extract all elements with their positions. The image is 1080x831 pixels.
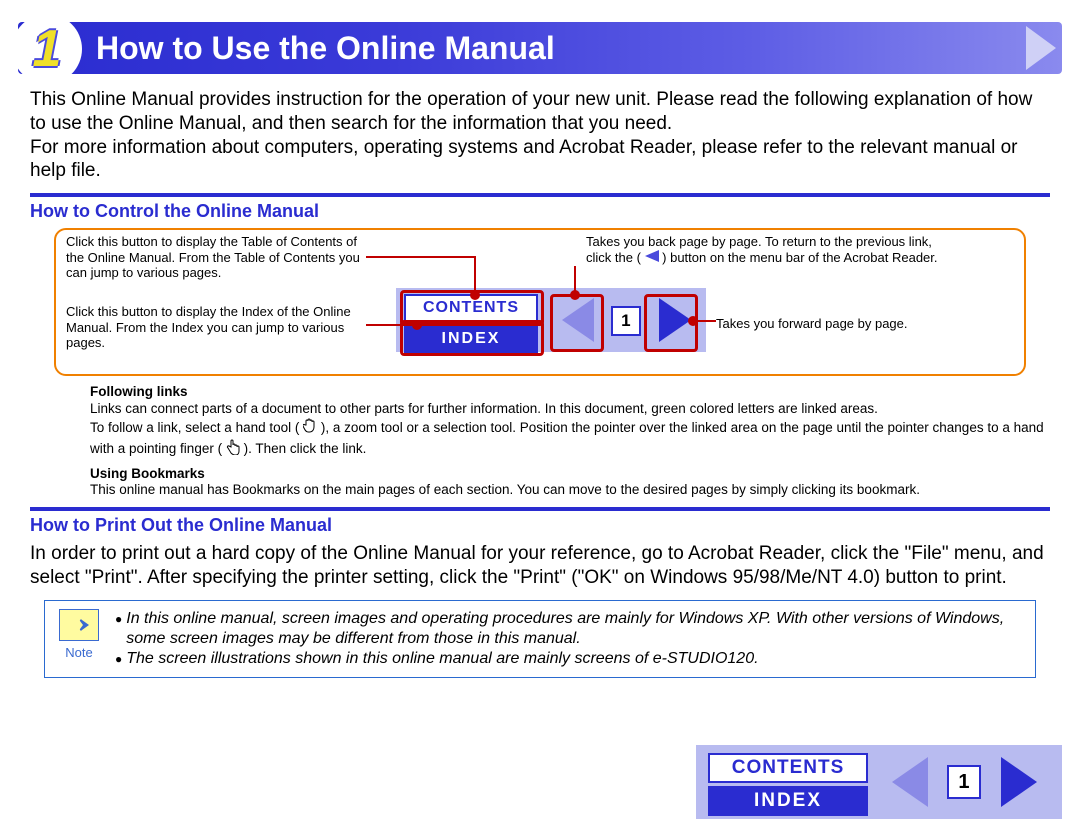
note-bullet-2: The screen illustrations shown in this o… [126,649,758,669]
callout-back-line2a: click the ( [586,250,641,265]
back-arrow-icon [645,250,659,266]
manual-page: 1 How to Use the Online Manual This Onli… [0,22,1080,831]
note-box: Note In this online manual, screen image… [44,600,1036,678]
intro-paragraph: This Online Manual provides instruction … [30,88,1050,183]
title-bar: 1 How to Use the Online Manual [18,22,1062,74]
callout-contents-text: Click this button to display the Table o… [66,234,366,281]
callout-back-text: Takes you back page by page. To return t… [586,234,996,266]
note-pointing-hand-icon [59,609,99,641]
hand-tool-icon [303,418,317,439]
page-title: How to Use the Online Manual [96,30,555,67]
callout-dot [470,290,480,300]
note-text: In this online manual, screen images and… [115,609,1023,669]
footer-contents-label: CONTENTS [732,757,845,779]
chapter-number-circle: 1 [14,16,80,82]
using-bookmarks-heading: Using Bookmarks [90,466,1050,483]
footer-prev-page-button[interactable] [892,757,928,807]
next-page-button[interactable] [659,298,691,342]
chapter-number: 1 [33,19,62,79]
note-bullet-1: In this online manual, screen images and… [126,609,1023,649]
index-button[interactable]: INDEX [404,325,538,353]
links-body-c: ). Then click the link. [244,441,367,456]
note-icon-column: Note [57,609,101,660]
callout-line [366,256,476,258]
section-heading-print: How to Print Out the Online Manual [30,515,1050,536]
footer-index-button[interactable]: INDEX [708,786,868,816]
prev-page-button[interactable] [562,298,594,342]
footer-next-page-button[interactable] [1001,757,1037,807]
callout-dot [570,290,580,300]
forward-arrow-icon[interactable] [1026,26,1056,70]
embedded-nav-bar: CONTENTS INDEX 1 [396,288,706,352]
footer-contents-button[interactable]: CONTENTS [708,753,868,783]
callout-back-line1: Takes you back page by page. To return t… [586,234,932,249]
callout-line [474,256,476,294]
callout-dot [688,316,698,326]
links-bookmarks-block: Following links Links can connect parts … [90,384,1050,499]
index-button-label: INDEX [442,330,501,348]
section-divider [30,507,1050,511]
note-label: Note [65,645,92,660]
footer-nav-button-stack: CONTENTS INDEX [708,753,868,816]
section-divider [30,193,1050,197]
section-heading-control: How to Control the Online Manual [30,201,1050,222]
footer-nav-bar: CONTENTS INDEX 1 [696,745,1062,819]
following-links-heading: Following links [90,384,1050,401]
nav-button-stack: CONTENTS INDEX [404,294,538,353]
control-diagram: Click this button to display the Table o… [54,228,1026,376]
callout-line [366,324,416,326]
callout-index-text: Click this button to display the Index o… [66,304,366,351]
footer-page-number: 1 [947,765,981,799]
page-number-box: 1 [611,306,641,336]
following-links-body: Links can connect parts of a document to… [90,401,1050,460]
using-bookmarks-body: This online manual has Bookmarks on the … [90,482,1050,499]
callout-dot [412,320,422,330]
callout-forward-text: Takes you forward page by page. [716,316,996,332]
hand-pointer-icon [226,439,240,460]
callout-back-line2b: ) button on the menu bar of the Acrobat … [662,250,937,265]
print-section-body: In order to print out a hard copy of the… [30,542,1050,590]
contents-button-label: CONTENTS [423,299,519,317]
